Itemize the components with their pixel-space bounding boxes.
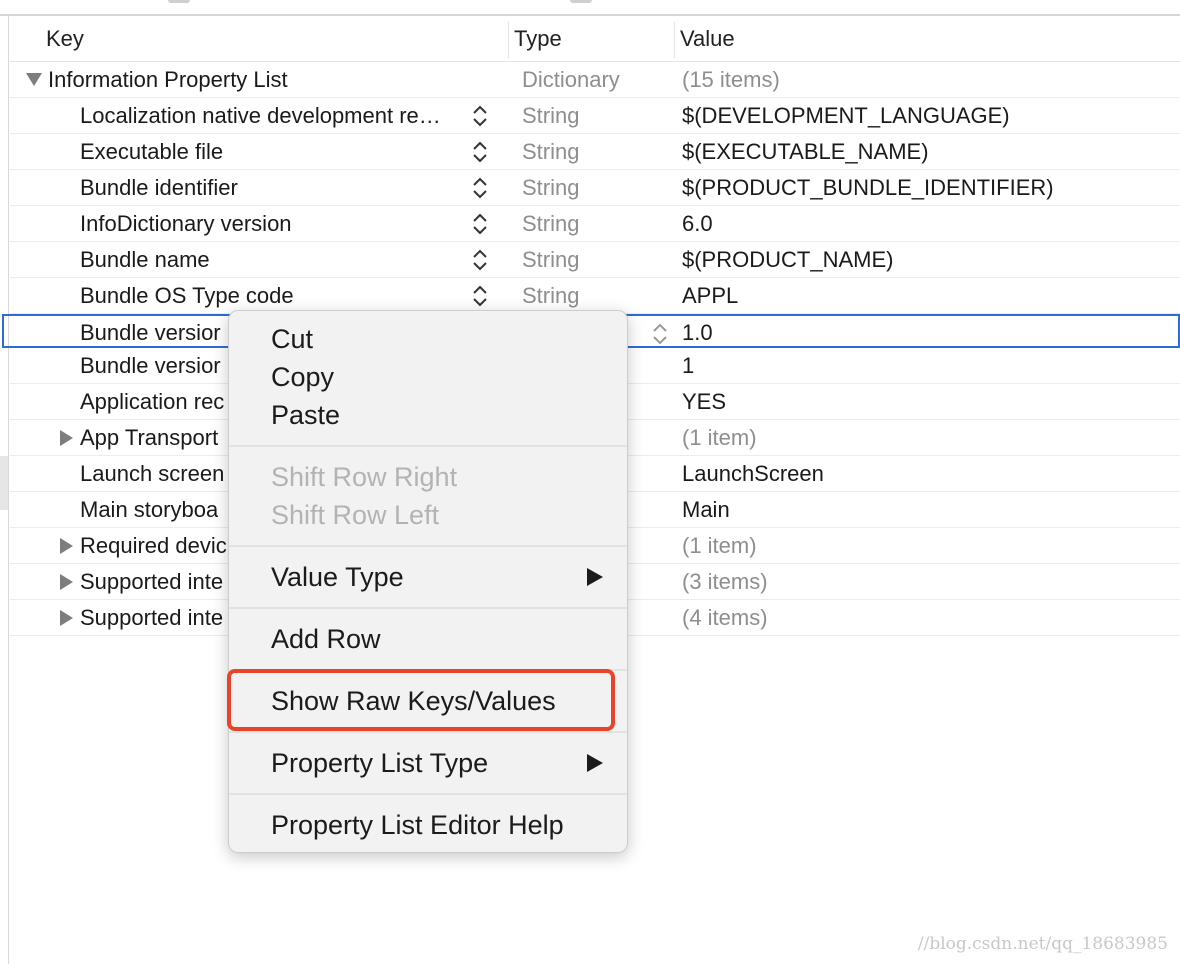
row-value[interactable]: LaunchScreen: [682, 456, 824, 492]
menu-item-property-list-type[interactable]: Property List Type: [271, 745, 488, 781]
menu-item-shift-row-left: Shift Row Left: [271, 500, 440, 530]
value-column-header[interactable]: Value: [680, 18, 735, 62]
row-value[interactable]: $(PRODUCT_BUNDLE_IDENTIFIER): [682, 170, 1054, 206]
key-stepper-icon[interactable]: [472, 104, 488, 128]
row-key: Application rec: [80, 389, 225, 414]
row-key: Required devic: [80, 533, 227, 558]
menu-separator: [229, 793, 627, 795]
type-column-header[interactable]: Type: [514, 18, 562, 62]
type-stepper-icon[interactable]: [652, 322, 668, 346]
left-gutter: [0, 16, 9, 964]
plist-row[interactable]: Bundle OS Type code String APPL: [10, 278, 1180, 314]
row-value: (4 items): [682, 605, 768, 630]
row-type: String: [522, 139, 580, 164]
row-value: (15 items): [682, 67, 780, 92]
menu-item-editor-help[interactable]: Property List Editor Help: [271, 807, 564, 843]
row-value[interactable]: APPL: [682, 278, 738, 314]
disclosure-collapsed-icon[interactable]: [60, 538, 73, 554]
menu-item-cut[interactable]: Cut: [271, 321, 313, 357]
row-key: Bundle versior: [80, 320, 221, 345]
row-key: App Transport: [80, 425, 219, 450]
row-value: (1 item): [682, 425, 757, 450]
row-value[interactable]: 1: [682, 348, 694, 384]
toolbar-nub: [168, 0, 190, 3]
submenu-arrow-icon: [587, 568, 603, 586]
disclosure-collapsed-icon[interactable]: [60, 610, 73, 626]
key-stepper-icon[interactable]: [472, 248, 488, 272]
row-value[interactable]: Main: [682, 492, 730, 528]
column-header: Key Type Value: [10, 18, 1180, 62]
row-value: (3 items): [682, 569, 768, 594]
menu-item-show-raw-keys-values[interactable]: Show Raw Keys/Values: [271, 683, 556, 719]
menu-separator: [229, 731, 627, 733]
plist-row[interactable]: Bundle name String $(PRODUCT_NAME): [10, 242, 1180, 278]
row-key: InfoDictionary version: [80, 211, 292, 236]
column-divider[interactable]: [674, 22, 675, 58]
key-stepper-icon[interactable]: [472, 176, 488, 200]
menu-separator: [229, 545, 627, 547]
plist-row-root[interactable]: Information Property List Dictionary (15…: [10, 62, 1180, 98]
disclosure-expanded-icon[interactable]: [26, 73, 42, 86]
row-value[interactable]: YES: [682, 384, 726, 420]
toolbar-nub: [570, 0, 592, 3]
menu-item-paste[interactable]: Paste: [271, 397, 340, 433]
row-type: String: [522, 175, 580, 200]
row-key: Bundle OS Type code: [80, 283, 294, 308]
row-type: String: [522, 103, 580, 128]
row-key: Information Property List: [48, 67, 288, 92]
row-key: Main storyboa: [80, 497, 219, 522]
row-key: Executable file: [80, 139, 224, 164]
row-key: Bundle identifier: [80, 175, 238, 200]
row-type: String: [522, 247, 580, 272]
row-value[interactable]: $(EXECUTABLE_NAME): [682, 134, 929, 170]
plist-row[interactable]: Executable file String $(EXECUTABLE_NAME…: [10, 134, 1180, 170]
plist-row[interactable]: Localization native development re… Stri…: [10, 98, 1180, 134]
watermark: //blog.csdn.net/qq_18683985: [917, 934, 1168, 954]
disclosure-collapsed-icon[interactable]: [60, 574, 73, 590]
disclosure-collapsed-icon[interactable]: [60, 430, 73, 446]
row-value[interactable]: $(PRODUCT_NAME): [682, 242, 893, 278]
menu-item-shift-row-right: Shift Row Right: [271, 462, 458, 492]
row-key: Supported inte: [80, 605, 224, 630]
menu-item-value-type[interactable]: Value Type: [271, 559, 404, 595]
plist-row[interactable]: Bundle identifier String $(PRODUCT_BUNDL…: [10, 170, 1180, 206]
row-key: Bundle name: [80, 247, 210, 272]
row-type: String: [522, 283, 580, 308]
submenu-arrow-icon: [587, 754, 603, 772]
menu-separator: [229, 445, 627, 447]
row-value[interactable]: 6.0: [682, 206, 713, 242]
row-key: Localization native development re…: [80, 103, 441, 128]
row-value[interactable]: 1.0: [682, 315, 713, 351]
scroll-thumb[interactable]: [0, 456, 8, 510]
key-stepper-icon[interactable]: [472, 212, 488, 236]
row-value[interactable]: $(DEVELOPMENT_LANGUAGE): [682, 98, 1010, 134]
menu-separator: [229, 607, 627, 609]
context-menu: Cut Copy Paste Shift Row Right Shift Row…: [227, 310, 628, 853]
menu-item-copy[interactable]: Copy: [271, 359, 334, 395]
top-strip: [0, 0, 1180, 16]
key-stepper-icon[interactable]: [472, 284, 488, 308]
column-divider[interactable]: [508, 22, 509, 58]
row-type: Dictionary: [522, 67, 620, 92]
plist-row[interactable]: InfoDictionary version String 6.0: [10, 206, 1180, 242]
key-column-header[interactable]: Key: [46, 18, 84, 62]
row-type: String: [522, 211, 580, 236]
menu-item-add-row[interactable]: Add Row: [271, 621, 381, 657]
row-key: Bundle versior: [80, 353, 221, 378]
row-key: Supported inte: [80, 569, 224, 594]
key-stepper-icon[interactable]: [472, 140, 488, 164]
row-key: Launch screen: [80, 461, 225, 486]
row-value: (1 item): [682, 533, 757, 558]
